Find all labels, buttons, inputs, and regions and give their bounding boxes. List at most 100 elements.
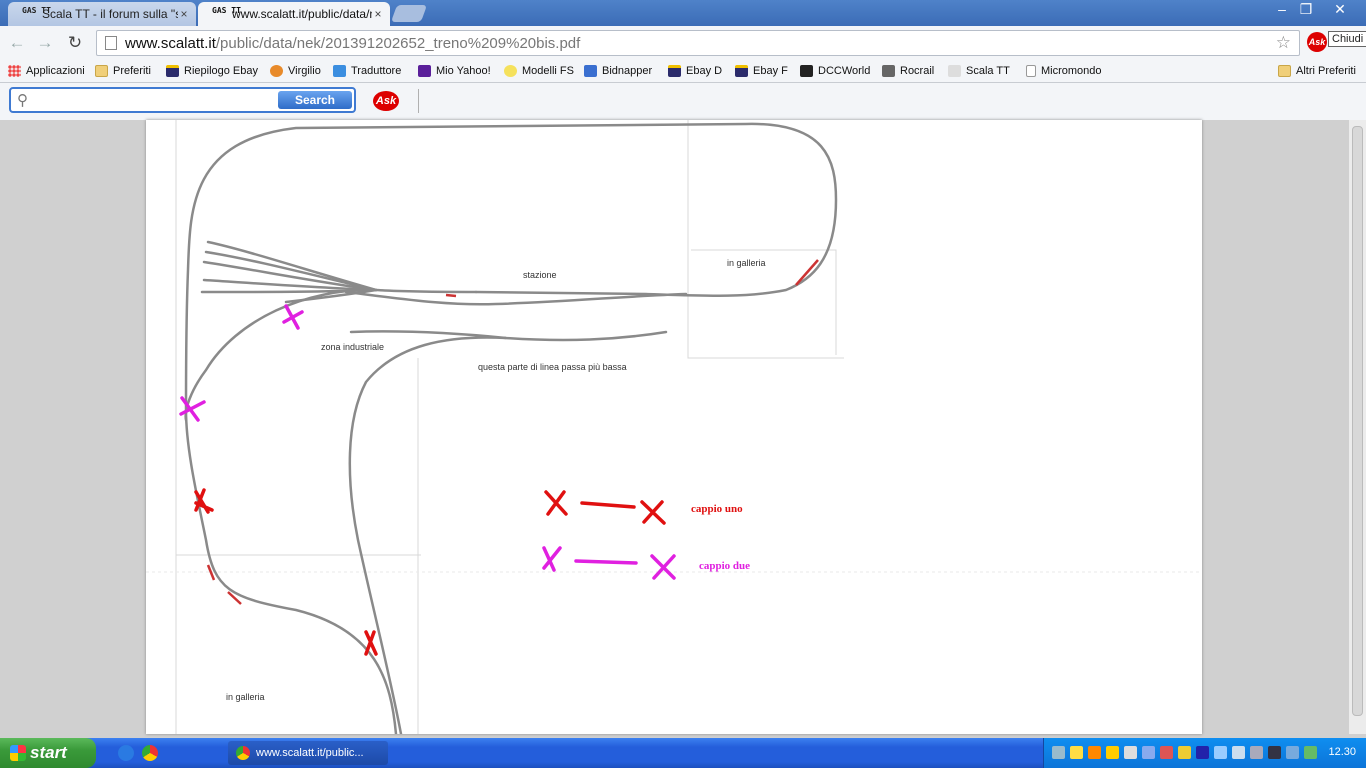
yard-track-2 <box>204 250 378 292</box>
chrome-quicklaunch-icon[interactable] <box>142 745 158 761</box>
tab-close-icon[interactable]: × <box>178 7 190 21</box>
new-tab-button[interactable] <box>390 5 428 22</box>
reload-button[interactable]: ↻ <box>64 32 86 54</box>
tray-network-icon[interactable] <box>1052 746 1065 759</box>
legend-loop-two-symbol <box>542 546 676 580</box>
bookmark-label: Mio Yahoo! <box>436 65 491 77</box>
tab-scalatt-pdf[interactable]: GAS TT www.scalatt.it/public/data/n × <box>198 2 390 26</box>
label-zona-industriale: zona industriale <box>321 342 384 352</box>
ask-extension-icon[interactable]: Ask <box>1307 32 1327 52</box>
search-button[interactable]: Search <box>278 91 352 109</box>
ask-logo-icon[interactable]: Ask <box>373 91 399 111</box>
tray-antivirus-icon[interactable] <box>1160 746 1173 759</box>
tray-update-icon[interactable] <box>1178 746 1191 759</box>
train-icon <box>882 65 895 77</box>
bookmark-bidnapper[interactable]: Bidnapper <box>584 63 652 79</box>
frame-lines <box>146 120 1202 734</box>
tray-hardware-icon[interactable] <box>1268 746 1281 759</box>
tray-connection-icon[interactable] <box>1304 746 1317 759</box>
bag-icon <box>166 65 179 77</box>
tab-scala-tt-forum[interactable]: GAS TT Scala TT - il forum sulla "scala … <box>8 2 196 26</box>
windows-taskbar: start www.scalatt.it/public... 12.30 <box>0 738 1366 768</box>
tray-sync-icon[interactable] <box>1232 746 1245 759</box>
ask-search-box[interactable]: ⚲ Search <box>9 87 356 113</box>
bookmark-label: Altri Preferiti <box>1296 65 1356 77</box>
bookmark-star-icon[interactable]: ☆ <box>1276 33 1291 53</box>
tray-volume-icon[interactable] <box>1124 746 1137 759</box>
restore-button[interactable]: ❐ <box>1294 0 1318 18</box>
bookmark-dccworld[interactable]: DCCWorld <box>800 63 870 79</box>
address-bar[interactable]: www.scalatt.it/public/data/nek/201391202… <box>96 30 1300 56</box>
url-path: /public/data/nek/201391202652_treno%209%… <box>215 34 581 52</box>
track-lines <box>184 122 838 734</box>
bookmark-preferiti[interactable]: Preferiti <box>95 63 151 79</box>
bidnapper-icon <box>584 65 597 77</box>
pdf-viewer: stazione in galleria zona industriale qu… <box>0 120 1366 734</box>
label-in-galleria-bottom: in galleria <box>226 692 265 702</box>
back-button[interactable]: ← <box>6 32 28 54</box>
taskbar-item-title: www.scalatt.it/public... <box>256 747 364 759</box>
ie-quicklaunch-icon[interactable] <box>118 745 134 761</box>
url-text: www.scalatt.it/public/data/nek/201391202… <box>125 35 580 52</box>
tray-display-icon[interactable] <box>1250 746 1263 759</box>
folder-icon <box>95 65 108 77</box>
bookmark-traduttore[interactable]: Traduttore <box>333 63 401 79</box>
bookmark-label: Preferiti <box>113 65 151 77</box>
translate-icon <box>333 65 346 77</box>
fs-icon <box>504 65 517 77</box>
vertical-scrollbar[interactable] <box>1349 120 1366 734</box>
bookmark-applicazioni[interactable]: Applicazioni <box>8 63 85 79</box>
bookmark-label: Scala TT <box>966 65 1010 77</box>
minimize-button[interactable]: – <box>1270 0 1294 18</box>
legend-loop-one-symbol <box>544 490 666 525</box>
tab-title: www.scalatt.it/public/data/n <box>232 7 372 21</box>
bag-icon <box>668 65 681 77</box>
industrial-siding <box>349 330 668 342</box>
bookmark-virgilio[interactable]: Virgilio <box>270 63 321 79</box>
forward-button[interactable]: → <box>34 32 56 54</box>
bookmark-scala-tt[interactable]: Scala TT <box>948 63 1010 79</box>
pdf-page: stazione in galleria zona industriale qu… <box>146 120 1202 734</box>
track-layout-drawing: stazione in galleria zona industriale qu… <box>146 120 1202 734</box>
scrollbar-thumb[interactable] <box>1352 126 1363 716</box>
tray-app-icon[interactable] <box>1088 746 1101 759</box>
tray-folder-icon[interactable] <box>1070 746 1083 759</box>
windows-logo-icon <box>10 745 26 761</box>
bookmark-altri-preferiti[interactable]: Altri Preferiti <box>1278 63 1356 79</box>
lower-loop-track <box>348 336 508 734</box>
bookmark-label: DCCWorld <box>818 65 871 77</box>
apps-grid-icon <box>8 65 21 77</box>
tray-shield-icon[interactable] <box>1106 746 1119 759</box>
ask-toolbar: ⚲ Search Ask <box>0 83 1366 121</box>
bookmark-rocrail[interactable]: Rocrail <box>882 63 934 79</box>
system-tray: 12.30 <box>1043 738 1366 768</box>
dcc-icon <box>800 65 813 77</box>
legend-loop-one-label: cappio uno <box>691 503 743 515</box>
bookmark-mio-yahoo[interactable]: Mio Yahoo! <box>418 63 491 79</box>
folder-icon <box>1278 65 1291 77</box>
gas-tt-favicon-icon: GAS TT <box>22 6 51 15</box>
url-host: www.scalatt.it <box>125 34 216 52</box>
bookmark-modelli-fs[interactable]: Modelli FS <box>504 63 574 79</box>
bookmark-ebay-f[interactable]: Ebay F <box>735 63 788 79</box>
tray-bluetooth-icon[interactable] <box>1196 746 1209 759</box>
tab-close-icon[interactable]: × <box>372 7 384 21</box>
bookmark-micromondo[interactable]: Micromondo <box>1026 63 1102 79</box>
taskbar-item-chrome[interactable]: www.scalatt.it/public... <box>228 741 388 765</box>
clock: 12.30 <box>1328 746 1356 758</box>
tab-strip: GAS TT Scala TT - il forum sulla "scala … <box>0 0 1366 26</box>
main-line-track <box>184 288 478 422</box>
bookmark-ebay-d[interactable]: Ebay D <box>668 63 722 79</box>
close-window-button[interactable]: ✕ <box>1322 0 1358 18</box>
tray-power-icon[interactable] <box>1286 746 1299 759</box>
label-stazione: stazione <box>523 270 557 280</box>
tab-title: Scala TT - il forum sulla "scala <box>42 7 178 21</box>
start-button[interactable]: start <box>0 738 96 768</box>
virgilio-icon <box>270 65 283 77</box>
tray-drive-icon[interactable] <box>1214 746 1227 759</box>
bookmark-riepilogo-ebay[interactable]: Riepilogo Ebay <box>166 63 258 79</box>
page-icon <box>105 36 117 50</box>
tray-monitor-icon[interactable] <box>1142 746 1155 759</box>
bookmark-label: Applicazioni <box>26 65 85 77</box>
bookmark-label: Ebay F <box>753 65 788 77</box>
